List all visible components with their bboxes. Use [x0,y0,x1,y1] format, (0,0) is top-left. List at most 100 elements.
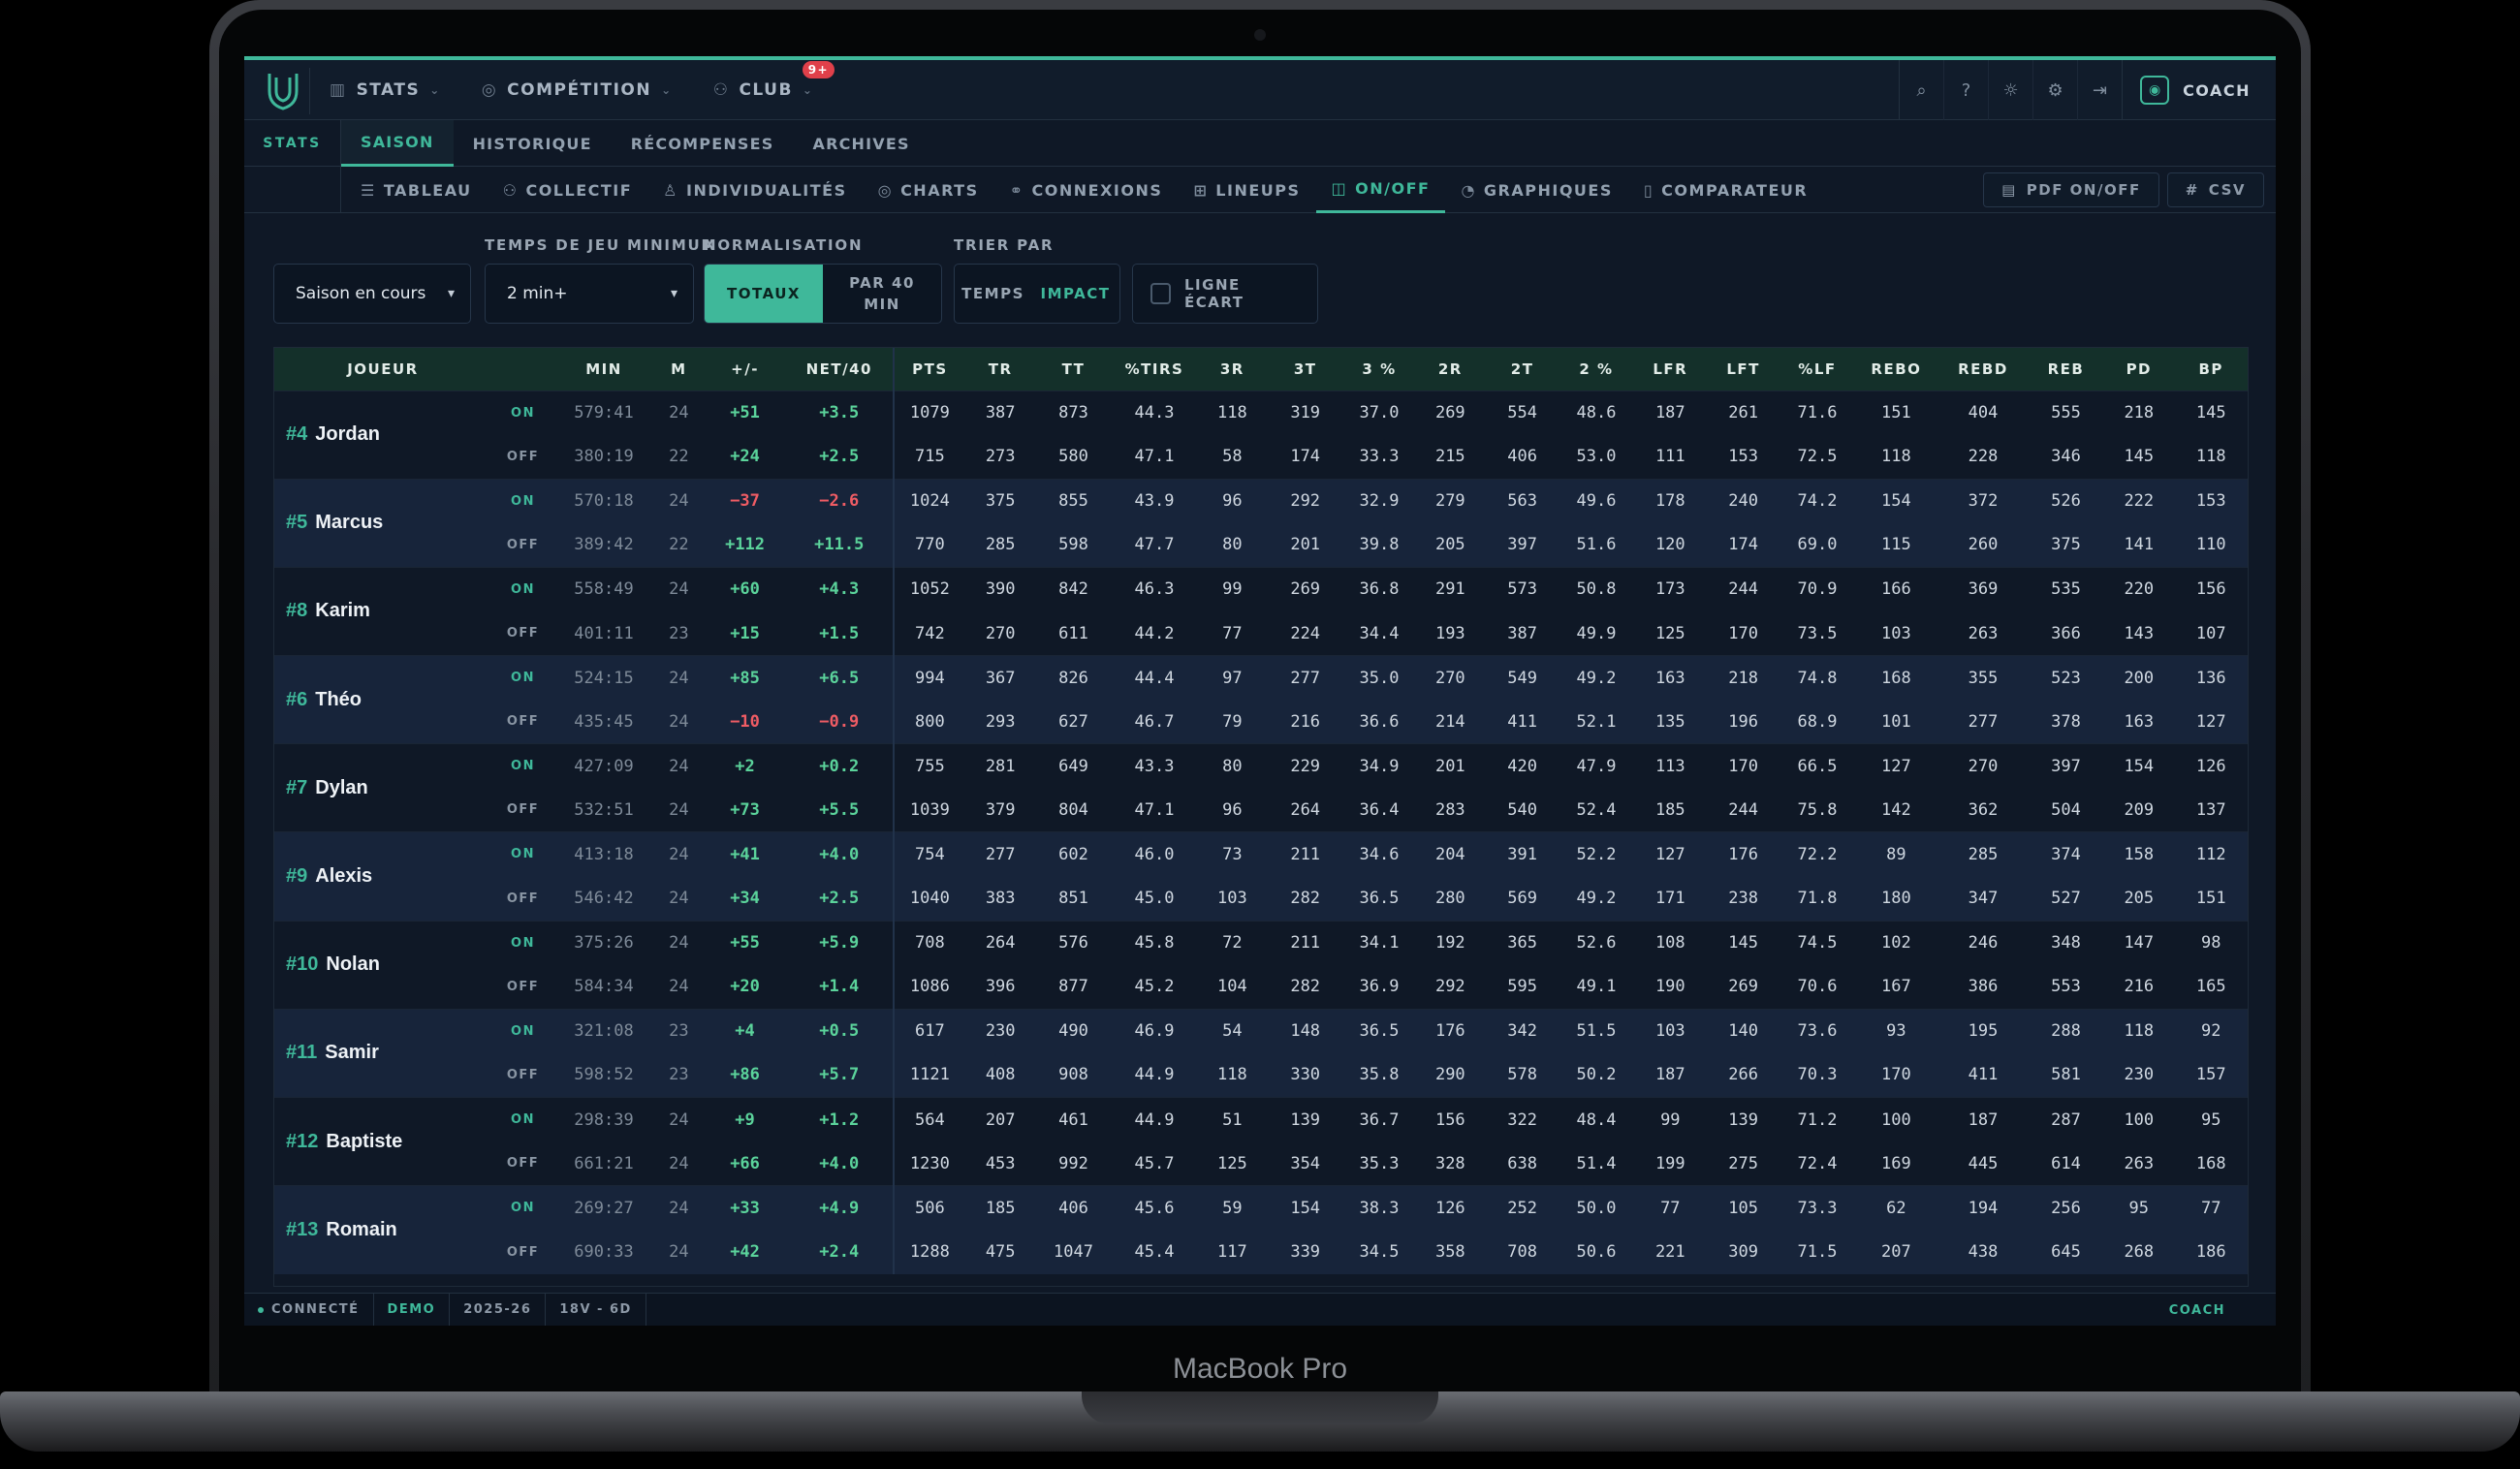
player-cell[interactable]: #13 Romain [274,1185,491,1274]
table-row[interactable]: #6 Théo ON 524:15 24 +85 +6.5 994 367 826 44.4 97 27… [274,655,2248,744]
column-header[interactable]: BP [2174,348,2248,391]
tab-tableau[interactable]: ☰ TABLEAU [345,167,488,213]
player-cell[interactable]: #12 Baptiste [274,1096,491,1186]
tab-comparateur[interactable]: ▯ COMPARATEUR [1628,167,1823,213]
column-header[interactable]: TT [1036,348,1111,391]
tab-charts[interactable]: ◎ CHARTS [863,167,994,213]
column-header[interactable]: M [653,348,705,391]
sun-icon[interactable]: ☼ [1988,60,2032,120]
column-header[interactable]: 2 % [1559,348,1633,391]
player-cell[interactable]: #11 Samir [274,1008,491,1098]
table-row[interactable]: OFF 661:21 24 +66 +4.0 1230 453 992 45.7 125 354 35… [274,1141,2248,1186]
export-pdf-button[interactable]: ▤ PDF ON/OFF [1983,172,2159,207]
tab-historique[interactable]: HISTORIQUE [454,120,612,167]
search-icon[interactable]: ⌕ [1899,60,1943,120]
table-row[interactable]: OFF 389:42 22 +112 +11.5 770 285 598 47.7 80 201 39… [274,522,2248,568]
tab-archives[interactable]: ARCHIVES [794,120,929,167]
tab-connexions[interactable]: ⚭ CONNEXIONS [994,167,1179,213]
nav-competition[interactable]: ◎ COMPÉTITION ⌄ [482,80,673,100]
gear-icon[interactable]: ⚙ [2032,60,2077,120]
table-row[interactable]: #11 Samir ON 321:08 23 +4 +0.5 617 230 490 46.9 54 1… [274,1008,2248,1098]
help-icon[interactable]: ? [1943,60,1988,120]
table-row[interactable]: #4 Jordan ON 579:41 24 +51 +3.5 1079 387 873 44.3 1… [274,390,2248,480]
column-header[interactable]: PTS [894,348,964,391]
logout-icon[interactable]: ⇥ [2077,60,2122,120]
normalisation-totaux-option[interactable]: TOTAUX [705,265,823,323]
table-row[interactable]: #5 Marcus ON 570:18 24 −37 −2.6 1024 375 855 43.9 9… [274,478,2248,568]
stat-cell: 24 [652,1230,705,1274]
player-cell[interactable]: #4 Jordan [274,390,491,480]
sort-temps-option[interactable]: TEMPS [955,265,1031,323]
column-header[interactable]: NET/40 [785,348,896,391]
column-header[interactable]: REBO [1855,348,1938,391]
table-row[interactable]: #9 Alexis ON 413:18 24 +41 +4.0 754 277 602 46.0 73… [274,831,2248,922]
on-court-tag: ON [490,920,555,965]
stat-cell: 126 [1414,1185,1486,1231]
column-header[interactable]: 3R [1198,348,1267,391]
table-row[interactable]: #10 Nolan ON 375:26 24 +55 +5.9 708 264 576 45.8 72… [274,920,2248,1010]
stat-cell: 277 [964,831,1036,877]
table-row[interactable]: OFF 401:11 23 +15 +1.5 742 270 611 44.2 77 224 34.4… [274,610,2248,656]
tab-graphiques[interactable]: ◔ GRAPHIQUES [1445,167,1627,213]
player-cell[interactable]: #6 Théo [274,655,491,744]
export-csv-button[interactable]: # CSV [2166,172,2264,207]
table-row[interactable]: OFF 435:45 24 −10 −0.9 800 293 627 46.7 79 216 36.6… [274,700,2248,744]
nav-stats[interactable]: ▥ STATS ⌄ [330,80,441,100]
column-header[interactable]: REB [2029,348,2103,391]
tab-individualites[interactable]: ♙ INDIVIDUALITÉS [647,167,862,213]
tab-lineups[interactable]: ⊞ LINEUPS [1178,167,1315,213]
column-header[interactable]: PD [2103,348,2174,391]
player-cell[interactable]: #9 Alexis [274,831,491,922]
stat-cell: 24 [652,390,705,435]
column-header[interactable]: REBD [1937,348,2029,391]
column-header[interactable]: +/- [705,348,785,391]
tab-collectif[interactable]: ⚇ COLLECTIF [488,167,648,213]
min-time-select[interactable]: 2 min+ ▾ [485,264,694,324]
player-cell[interactable]: #7 Dylan [274,743,491,832]
column-header[interactable]: JOUEUR [274,348,491,391]
column-header[interactable]: LFR [1634,348,1707,391]
stat-cell: 36.4 [1343,788,1415,832]
table-row[interactable]: OFF 546:42 24 +34 +2.5 1040 383 851 45.0 103 282 36… [274,876,2248,922]
table-row[interactable]: #7 Dylan ON 427:09 24 +2 +0.2 755 281 649 43.3 80 22… [274,743,2248,832]
column-header[interactable] [491,348,554,391]
column-header[interactable]: MIN [554,348,653,391]
player-cell[interactable]: #5 Marcus [274,478,491,568]
stat-cell: 321:08 [554,1008,653,1053]
season-select[interactable]: Saison en cours ▾ [273,264,471,324]
checkbox[interactable] [1150,283,1171,304]
table-row[interactable]: OFF 532:51 24 +73 +5.5 1039 379 804 47.1 96 264 36.… [274,788,2248,832]
stat-cell: 277 [1267,655,1344,701]
column-header[interactable]: %TIRS [1111,348,1198,391]
column-header[interactable]: %LF [1780,348,1854,391]
player-cell[interactable]: #8 Karim [274,566,491,656]
column-header[interactable]: 2R [1415,348,1486,391]
app-logo-icon[interactable] [264,68,310,114]
tab-on-off[interactable]: ◫ ON/OFF [1315,167,1446,213]
gap-line-toggle[interactable]: LIGNE ÉCART [1132,264,1318,324]
column-header[interactable]: TR [965,348,1036,391]
column-header[interactable]: 2T [1486,348,1559,391]
table-row[interactable]: #12 Baptiste ON 298:39 24 +9 +1.2 564 207 461 44.9… [274,1096,2248,1186]
nav-club[interactable]: ⚇ CLUB ⌄ 9+ [713,61,835,100]
stat-cell: 553 [2028,964,2104,1010]
normalisation-per40-option[interactable]: PAR 40 MIN [823,265,941,323]
column-header[interactable]: LFT [1707,348,1780,391]
sort-impact-option[interactable]: IMPACT [1031,265,1119,323]
user-menu-button[interactable]: ◉ COACH [2122,60,2276,120]
stat-cell: 36.9 [1343,964,1415,1010]
table-row[interactable]: OFF 380:19 22 +24 +2.5 715 273 580 47.1 58 174 33.3… [274,434,2248,480]
stat-cell: +2.5 [785,876,896,922]
table-row[interactable]: #13 Romain ON 269:27 24 +33 +4.9 506 185 406 45.6 5… [274,1185,2248,1274]
player-cell[interactable]: #10 Nolan [274,920,491,1010]
table-row[interactable]: OFF 584:34 24 +20 +1.4 1086 396 877 45.2 104 282 36… [274,964,2248,1010]
tab-recompenses[interactable]: RÉCOMPENSES [612,120,794,167]
column-header[interactable]: 3T [1267,348,1343,391]
table-row[interactable]: OFF 598:52 23 +86 +5.7 1121 408 908 44.9 118 330 35… [274,1052,2248,1098]
column-header[interactable]: 3 % [1343,348,1414,391]
table-row[interactable]: #8 Karim ON 558:49 24 +60 +4.3 1052 390 842 46.3 99… [274,566,2248,656]
tab-saison[interactable]: SAISON [341,120,454,167]
on-off-table-container[interactable]: JOUEUR MIN M +/- NET/40 PTS TR TT %TIRS 3R 3T 3 % 2R… [273,347,2249,1287]
table-row[interactable]: OFF 690:33 24 +42 +2.4 1288 475 1047 45.4 117 339 3… [274,1230,2248,1274]
on-court-tag: ON [490,743,555,789]
